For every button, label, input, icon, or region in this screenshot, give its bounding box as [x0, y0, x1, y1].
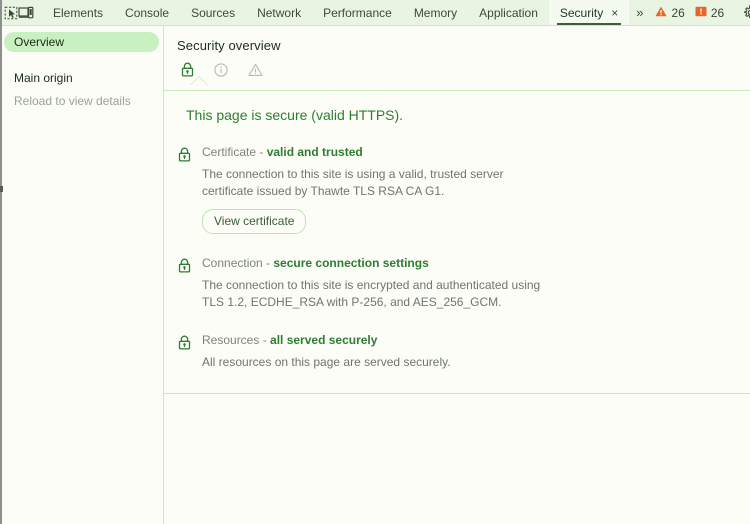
tab-label: Performance — [323, 5, 392, 20]
explanation-resources: Resources - all served securely All reso… — [164, 333, 750, 371]
lock-icon — [178, 145, 202, 234]
lock-icon — [178, 333, 202, 371]
security-sidebar: Overview Main origin Reload to view deta… — [0, 26, 164, 524]
issues-count: 26 — [710, 5, 725, 20]
tab-memory[interactable]: Memory — [403, 0, 468, 25]
panel-tabs: Elements Console Sources Network Perform… — [42, 0, 650, 25]
lock-icon — [178, 256, 202, 311]
more-tabs-icon[interactable]: » — [629, 0, 650, 25]
page-title: Security overview — [177, 38, 281, 53]
tab-label: Application — [479, 5, 538, 20]
explanation-title-prefix: Resources - — [202, 333, 271, 347]
tab-label: Security — [559, 5, 604, 20]
explanation-title: Certificate - valid and trusted — [202, 145, 730, 159]
sidebar-reload-hint: Reload to view details — [0, 94, 163, 108]
tab-label: Network — [257, 5, 302, 20]
devtools-body: Overview Main origin Reload to view deta… — [0, 26, 750, 524]
security-headline: This page is secure (valid HTTPS). — [186, 107, 404, 123]
inspect-element-icon[interactable] — [4, 0, 18, 25]
tab-performance[interactable]: Performance — [312, 0, 403, 25]
devtools-window: Elements Console Sources Network Perform… — [0, 0, 750, 524]
issue-message-icon — [695, 6, 707, 20]
explanation-certificate: Certificate - valid and trusted The conn… — [164, 145, 750, 234]
explanation-title: Connection - secure connection settings — [202, 256, 730, 270]
warning-triangle-icon — [655, 6, 668, 20]
tab-label: Elements — [53, 5, 104, 20]
explanation-title-prefix: Certificate - — [202, 145, 267, 159]
panel-header: Security overview — [164, 26, 750, 90]
explanation-title-emphasis: valid and trusted — [266, 145, 363, 159]
tab-elements[interactable]: Elements — [42, 0, 114, 25]
warning-triangle-icon — [247, 63, 263, 82]
explanation-text: All resources on this page are served se… — [202, 355, 451, 369]
security-status-strip — [177, 62, 750, 90]
tab-security[interactable]: Security × — [548, 0, 630, 25]
sidebar-group-label: Main origin — [14, 71, 73, 85]
status-filter-info[interactable] — [211, 63, 231, 84]
panel-empty-area — [164, 394, 750, 524]
info-icon — [214, 63, 228, 82]
tab-label: Console — [125, 5, 170, 20]
sidebar-group-main-origin[interactable]: Main origin — [0, 71, 163, 85]
header-divider — [164, 90, 750, 91]
tab-label: Sources — [191, 5, 236, 20]
window-left-edge — [0, 0, 2, 524]
status-filter-secure[interactable] — [177, 62, 208, 85]
security-summary: This page is secure (valid HTTPS). Certi… — [164, 91, 750, 394]
close-icon[interactable]: × — [611, 7, 618, 19]
device-toolbar-icon[interactable] — [18, 0, 34, 25]
sidebar-item-overview[interactable]: Overview — [4, 32, 159, 52]
warnings-counter[interactable]: 26 — [650, 6, 689, 20]
issues-counter[interactable]: 26 — [690, 6, 729, 20]
tab-label: Memory — [413, 5, 458, 20]
tab-sources[interactable]: Sources — [180, 0, 246, 25]
selected-indicator-caret — [191, 77, 207, 85]
view-certificate-button[interactable]: View certificate — [202, 209, 307, 234]
warnings-count: 26 — [671, 5, 685, 20]
sidebar-item-label: Overview — [14, 35, 65, 49]
explanation-text: The connection to this site is using a v… — [202, 167, 504, 198]
toolbar-right-group: 26 26 — [650, 0, 750, 25]
sidebar-reload-hint-label: Reload to view details — [14, 94, 131, 108]
security-overview-panel: Security overview This page is secure (v… — [164, 26, 750, 524]
explanation-connection: Connection - secure connection settings … — [164, 256, 750, 311]
explanation-body: Connection - secure connection settings … — [202, 256, 750, 311]
devtools-toolbar: Elements Console Sources Network Perform… — [0, 0, 750, 26]
explanation-body: Resources - all served securely All reso… — [202, 333, 750, 371]
explanation-title-prefix: Connection - — [202, 256, 274, 270]
tab-console[interactable]: Console — [114, 0, 180, 25]
tab-network[interactable]: Network — [246, 0, 312, 25]
explanation-title: Resources - all served securely — [202, 333, 730, 347]
explanation-title-emphasis: secure connection settings — [273, 256, 429, 270]
explanation-body: Certificate - valid and trusted The conn… — [202, 145, 750, 234]
gear-icon[interactable] — [738, 1, 750, 25]
tab-application[interactable]: Application — [468, 0, 549, 25]
explanation-title-emphasis: all served securely — [270, 333, 378, 347]
status-filter-warning[interactable] — [245, 63, 265, 84]
explanation-text: The connection to this site is encrypted… — [202, 278, 541, 309]
window-resize-handle[interactable] — [0, 186, 3, 192]
